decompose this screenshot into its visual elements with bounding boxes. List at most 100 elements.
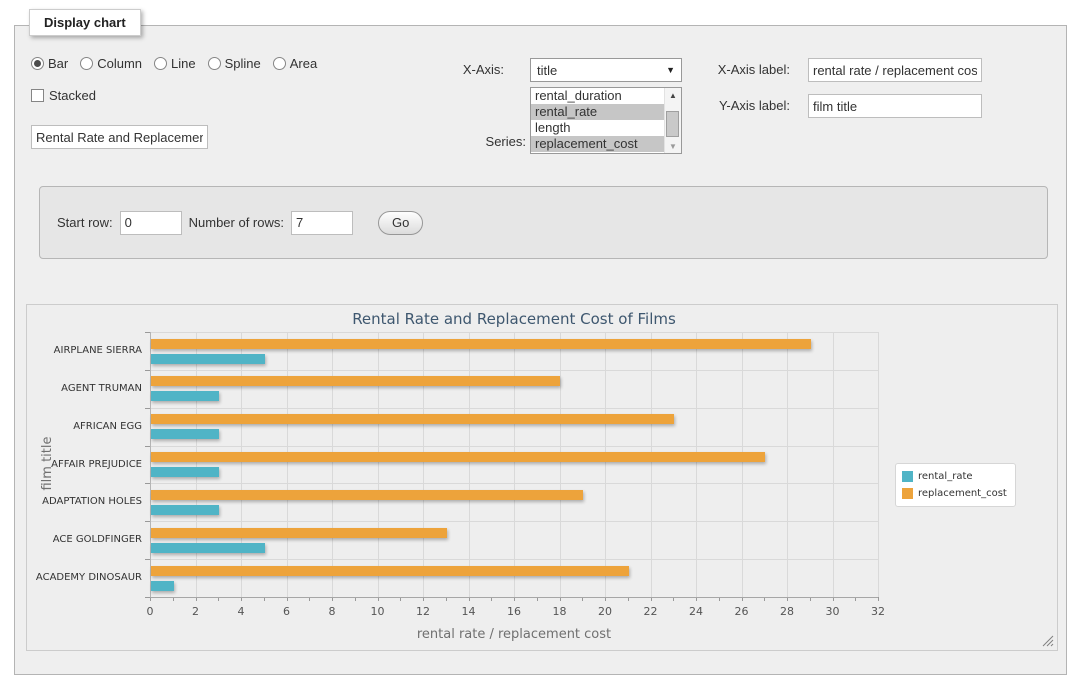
x-gridline — [742, 332, 743, 597]
series-option-rental-rate[interactable]: rental_rate — [531, 104, 664, 120]
x-axis-tick-label: 32 — [863, 605, 893, 618]
y-axis-line — [150, 332, 151, 597]
legend-swatch — [902, 471, 913, 482]
fieldset-title: Display chart — [29, 9, 141, 36]
x-axis-tick-label: 0 — [135, 605, 165, 618]
series-options: rental_duration rental_rate length repla… — [531, 88, 664, 153]
bar-replacement_cost[interactable] — [151, 452, 765, 462]
chart-legend: rental_ratereplacement_cost — [895, 463, 1016, 507]
bar-rental_rate[interactable] — [151, 467, 219, 477]
resize-grip-icon[interactable] — [1042, 635, 1054, 647]
series-listbox-label: Series: — [446, 134, 526, 149]
x-axis-tick — [878, 597, 879, 601]
y-axis-title: film title — [40, 331, 55, 596]
x-gridline — [696, 332, 697, 597]
x-axis-selected-value: title — [537, 63, 557, 78]
bar-rental_rate[interactable] — [151, 543, 265, 553]
start-row-label: Start row: — [57, 215, 113, 230]
radio-icon — [80, 57, 93, 70]
x-gridline — [332, 332, 333, 597]
legend-item-rental_rate[interactable]: rental_rate — [902, 468, 1007, 485]
y-gridline — [150, 521, 878, 522]
chart-type-line-label: Line — [171, 56, 196, 71]
scroll-down-icon[interactable]: ▼ — [665, 139, 681, 153]
x-axis-title: rental rate / replacement cost — [150, 627, 878, 642]
chevron-down-icon: ▼ — [666, 65, 675, 75]
bar-rental_rate[interactable] — [151, 429, 219, 439]
y-axis-label-input[interactable] — [808, 94, 982, 118]
x-axis-tick-label: 10 — [363, 605, 393, 618]
chart-type-column[interactable]: Column — [80, 56, 142, 71]
y-gridline — [150, 332, 878, 333]
stacked-label: Stacked — [49, 88, 96, 103]
radio-icon — [273, 57, 286, 70]
bar-rental_rate[interactable] — [151, 505, 219, 515]
scrollbar-thumb[interactable] — [666, 111, 679, 137]
bar-rental_rate[interactable] — [151, 581, 174, 591]
x-axis-tick-label: 20 — [590, 605, 620, 618]
row-controls-panel: Start row: Number of rows: Go — [39, 186, 1048, 259]
bar-replacement_cost[interactable] — [151, 414, 674, 424]
radio-icon — [208, 57, 221, 70]
number-of-rows-input[interactable] — [291, 211, 353, 235]
chart-type-line[interactable]: Line — [154, 56, 196, 71]
start-row-input[interactable] — [120, 211, 182, 235]
x-gridline — [787, 332, 788, 597]
x-axis-select-label: X-Axis: — [424, 62, 504, 77]
x-axis-tick-label: 4 — [226, 605, 256, 618]
chart-type-bar[interactable]: Bar — [31, 56, 68, 71]
y-gridline — [150, 408, 878, 409]
radio-icon — [154, 57, 167, 70]
series-option-length[interactable]: length — [531, 120, 664, 136]
x-axis-tick-label: 12 — [408, 605, 438, 618]
x-axis-tick-label: 28 — [772, 605, 802, 618]
stacked-checkbox[interactable]: Stacked — [31, 88, 96, 103]
bar-replacement_cost[interactable] — [151, 490, 583, 500]
bar-replacement_cost[interactable] — [151, 528, 447, 538]
legend-item-replacement_cost[interactable]: replacement_cost — [902, 485, 1007, 502]
bar-replacement_cost[interactable] — [151, 339, 811, 349]
x-axis-select[interactable]: title ▼ — [530, 58, 682, 82]
legend-swatch — [902, 488, 913, 499]
x-gridline — [287, 332, 288, 597]
listbox-scrollbar[interactable]: ▲ ▼ — [664, 88, 681, 153]
series-listbox: rental_duration rental_rate length repla… — [530, 87, 682, 154]
y-axis-label-label: Y-Axis label: — [710, 98, 790, 113]
chart: Rental Rate and Replacement Cost of Film… — [26, 304, 1058, 651]
x-axis-tick-label: 2 — [181, 605, 211, 618]
chart-type-spline[interactable]: Spline — [208, 56, 261, 71]
x-axis-tick-label: 24 — [681, 605, 711, 618]
chart-title: Rental Rate and Replacement Cost of Film… — [264, 310, 764, 328]
bar-replacement_cost[interactable] — [151, 376, 560, 386]
bar-rental_rate[interactable] — [151, 391, 219, 401]
go-button[interactable]: Go — [378, 211, 423, 235]
x-gridline — [651, 332, 652, 597]
chart-type-group: Bar Column Line Spline Area — [31, 56, 325, 71]
chart-title-input[interactable] — [31, 125, 208, 149]
x-axis-tick-label: 22 — [636, 605, 666, 618]
x-axis-tick-label: 6 — [272, 605, 302, 618]
scroll-up-icon[interactable]: ▲ — [665, 88, 681, 102]
bar-replacement_cost[interactable] — [151, 566, 629, 576]
x-axis-tick-label: 18 — [545, 605, 575, 618]
x-axis-tick-label: 14 — [454, 605, 484, 618]
chart-type-area[interactable]: Area — [273, 56, 317, 71]
checkbox-icon — [31, 89, 44, 102]
display-chart-fieldset: Display chart Bar Column Line Spline Are… — [14, 25, 1067, 675]
series-option-rental-duration[interactable]: rental_duration — [531, 88, 664, 104]
y-gridline — [150, 370, 878, 371]
x-axis-tick-label: 16 — [499, 605, 529, 618]
x-axis-tick-label: 30 — [818, 605, 848, 618]
x-axis-label-input[interactable] — [808, 58, 982, 82]
x-axis-label-label: X-Axis label: — [710, 62, 790, 77]
chart-type-bar-label: Bar — [48, 56, 68, 71]
radio-selected-icon — [31, 57, 44, 70]
x-gridline — [514, 332, 515, 597]
y-gridline — [150, 446, 878, 447]
bar-rental_rate[interactable] — [151, 354, 265, 364]
number-of-rows-label: Number of rows: — [189, 215, 284, 230]
x-axis-tick-label: 8 — [317, 605, 347, 618]
chart-type-column-label: Column — [97, 56, 142, 71]
chart-type-spline-label: Spline — [225, 56, 261, 71]
series-option-replacement-cost[interactable]: replacement_cost — [531, 136, 664, 152]
